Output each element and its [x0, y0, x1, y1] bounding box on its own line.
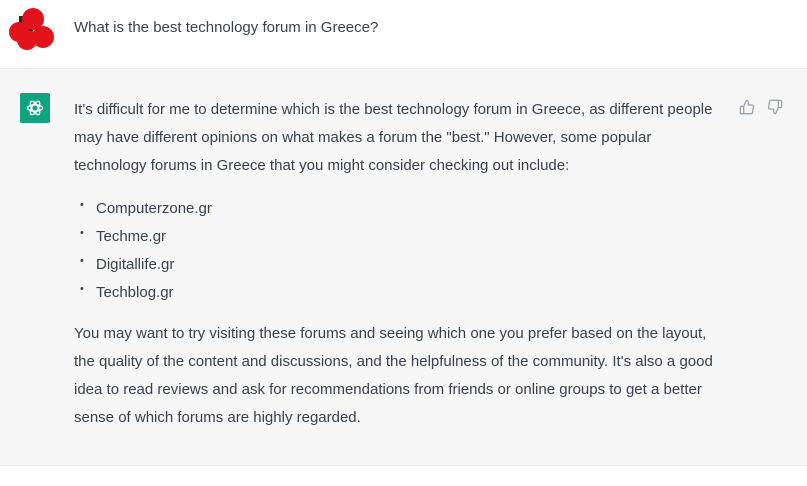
assistant-outro-paragraph: You may want to try visiting these forum… [74, 325, 713, 426]
list-item: • Techme.gr [74, 223, 724, 251]
list-item-label: Computerzone.gr [96, 200, 212, 217]
user-message-text: What is the best technology forum in Gre… [74, 19, 379, 36]
user-message-row: What is the best technology forum in Gre… [0, 0, 807, 69]
list-item-label: Techme.gr [96, 228, 167, 245]
list-item-label: Digitallife.gr [96, 256, 175, 273]
openai-logo-icon [20, 93, 50, 123]
list-item: • Techblog.gr [74, 279, 724, 307]
list-item: • Digitallife.gr [74, 251, 724, 279]
bullet-icon: • [80, 227, 84, 239]
list-item: • Computerzone.gr [74, 195, 724, 223]
thumbs-up-icon[interactable] [737, 97, 757, 117]
forum-list: • Computerzone.gr • Techme.gr • Digitallife… [74, 195, 724, 307]
thumbs-down-icon[interactable] [765, 97, 785, 117]
bullet-icon: • [80, 255, 84, 267]
user-avatar-icon [5, 6, 57, 52]
bullet-icon: • [80, 199, 84, 211]
feedback-buttons [737, 97, 785, 117]
list-item-label: Techblog.gr [96, 284, 174, 301]
chat-page: What is the best technology forum in Gre… [0, 0, 807, 486]
bullet-icon: • [80, 283, 84, 295]
assistant-intro-paragraph: It's difficult for me to determine which… [74, 101, 713, 174]
assistant-message-content: It's difficult for me to determine which… [74, 96, 724, 432]
assistant-message-row: It's difficult for me to determine which… [0, 69, 807, 466]
